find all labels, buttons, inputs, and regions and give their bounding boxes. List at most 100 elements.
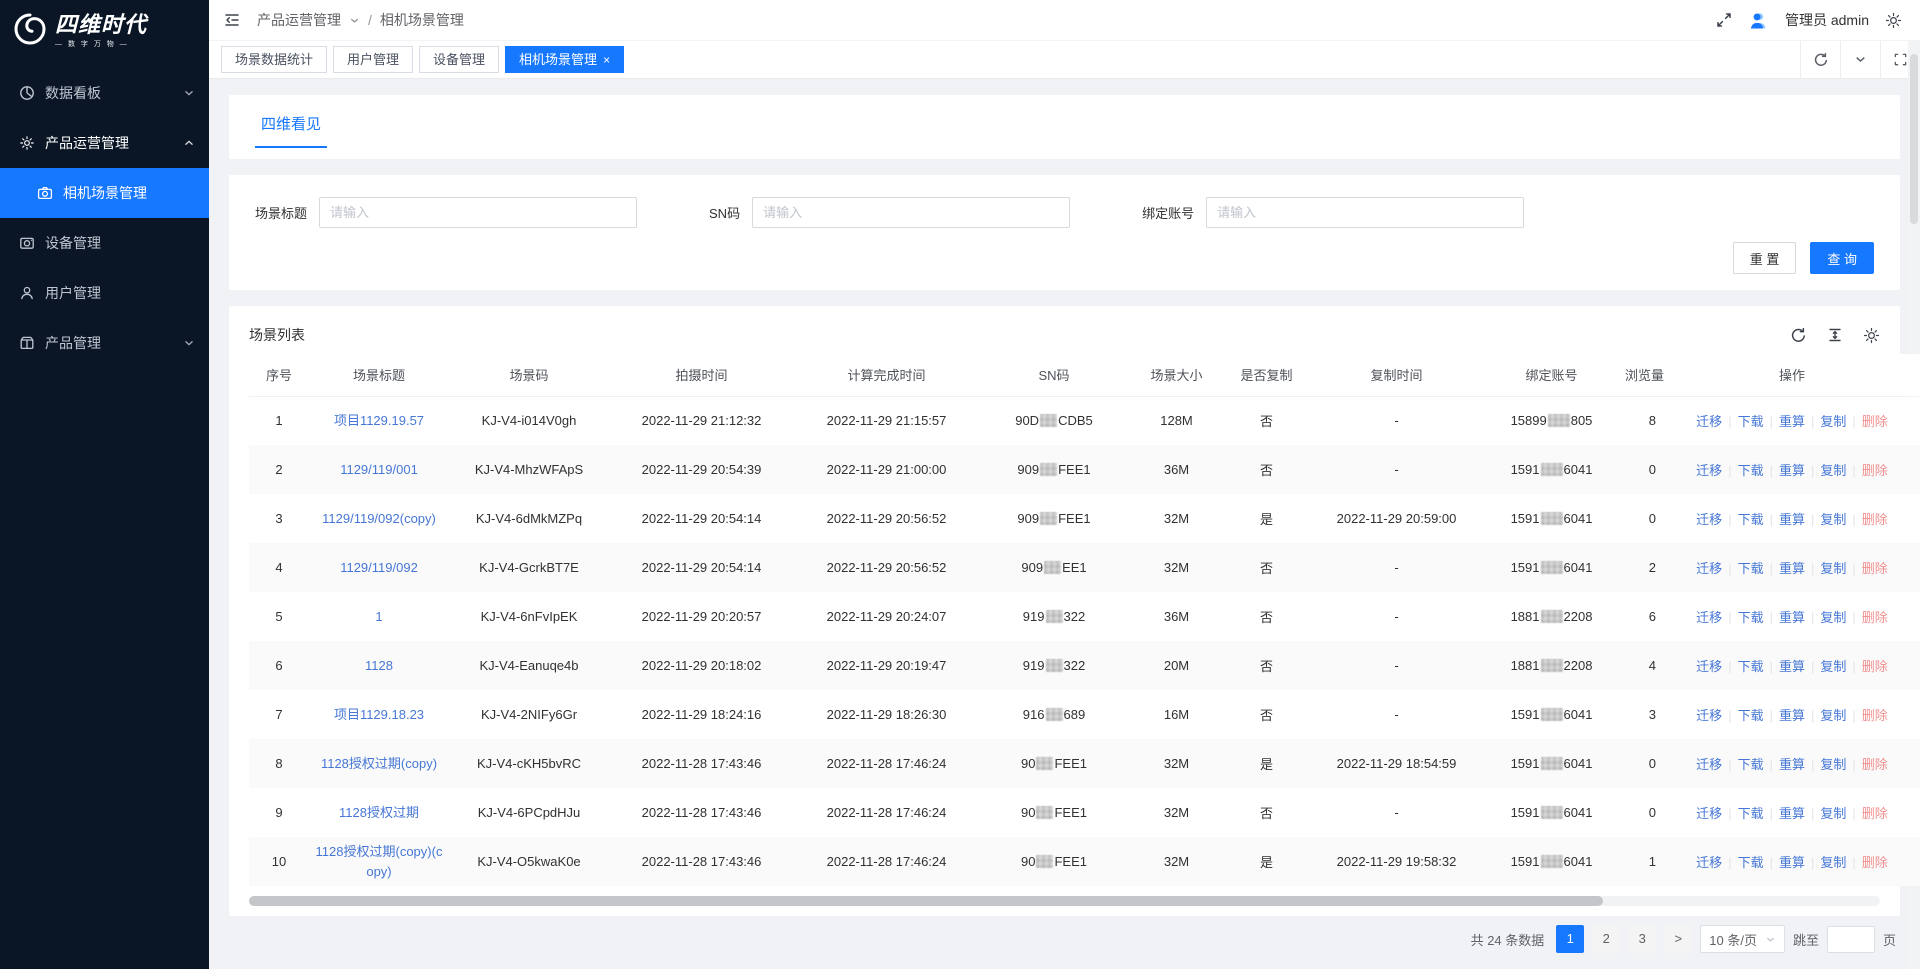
sidebar-item-product[interactable]: 产品管理 bbox=[0, 318, 209, 368]
action-delete-link[interactable]: 删除 bbox=[1862, 708, 1888, 723]
action-delete-link[interactable]: 删除 bbox=[1862, 512, 1888, 527]
action-recompute-link[interactable]: 重算 bbox=[1779, 610, 1805, 625]
query-button[interactable]: 查 询 bbox=[1810, 242, 1874, 274]
tab-1[interactable]: 用户管理 bbox=[333, 46, 413, 73]
tab-2[interactable]: 设备管理 bbox=[419, 46, 499, 73]
action-migrate-link[interactable]: 迁移 bbox=[1696, 806, 1722, 821]
sidebar-item-device[interactable]: 设备管理 bbox=[0, 218, 209, 268]
action-recompute-link[interactable]: 重算 bbox=[1779, 561, 1805, 576]
action-copy-link[interactable]: 复制 bbox=[1820, 708, 1846, 723]
action-download-link[interactable]: 下载 bbox=[1738, 757, 1764, 772]
action-migrate-link[interactable]: 迁移 bbox=[1696, 708, 1722, 723]
action-migrate-link[interactable]: 迁移 bbox=[1696, 561, 1722, 576]
action-download-link[interactable]: 下载 bbox=[1738, 806, 1764, 821]
action-delete-link[interactable]: 删除 bbox=[1862, 659, 1888, 674]
action-recompute-link[interactable]: 重算 bbox=[1779, 659, 1805, 674]
action-copy-link[interactable]: 复制 bbox=[1820, 806, 1846, 821]
action-recompute-link[interactable]: 重算 bbox=[1779, 806, 1805, 821]
page-button-3[interactable]: 3 bbox=[1628, 925, 1656, 953]
action-recompute-link[interactable]: 重算 bbox=[1779, 757, 1805, 772]
action-recompute-link[interactable]: 重算 bbox=[1779, 708, 1805, 723]
action-copy-link[interactable]: 复制 bbox=[1820, 659, 1846, 674]
filter-input-0[interactable] bbox=[319, 197, 637, 228]
scene-title-link[interactable]: 1129/119/001 bbox=[340, 462, 418, 477]
action-migrate-link[interactable]: 迁移 bbox=[1696, 659, 1722, 674]
sidebar-item-camera-scene[interactable]: 相机场景管理 bbox=[0, 168, 209, 218]
sidebar-item-product-ops[interactable]: 产品运营管理 bbox=[0, 118, 209, 168]
table-settings-gear-icon[interactable] bbox=[1863, 327, 1880, 344]
scene-title-link[interactable]: 1129/119/092(copy) bbox=[322, 511, 436, 526]
username[interactable]: 管理员 admin bbox=[1785, 10, 1869, 30]
fullscreen-icon[interactable] bbox=[1716, 12, 1732, 28]
column-header-4: 计算完成时间 bbox=[794, 354, 979, 396]
action-copy-link[interactable]: 复制 bbox=[1820, 855, 1846, 870]
horizontal-scrollbar-thumb[interactable] bbox=[249, 896, 1603, 906]
tab-0[interactable]: 场景数据统计 bbox=[221, 46, 327, 73]
action-download-link[interactable]: 下载 bbox=[1738, 855, 1764, 870]
settings-gear-icon[interactable] bbox=[1885, 12, 1902, 29]
action-download-link[interactable]: 下载 bbox=[1738, 463, 1764, 478]
cell-size: 36M bbox=[1129, 445, 1224, 494]
table-refresh-icon[interactable] bbox=[1790, 327, 1807, 344]
action-migrate-link[interactable]: 迁移 bbox=[1696, 414, 1722, 429]
action-delete-link[interactable]: 删除 bbox=[1862, 610, 1888, 625]
sidebar-item-dashboard[interactable]: 数据看板 bbox=[0, 68, 209, 118]
sidebar-collapse-icon[interactable] bbox=[223, 11, 241, 29]
action-copy-link[interactable]: 复制 bbox=[1820, 561, 1846, 576]
action-delete-link[interactable]: 删除 bbox=[1862, 414, 1888, 429]
action-download-link[interactable]: 下载 bbox=[1738, 659, 1764, 674]
action-download-link[interactable]: 下载 bbox=[1738, 512, 1764, 527]
action-download-link[interactable]: 下载 bbox=[1738, 708, 1764, 723]
action-migrate-link[interactable]: 迁移 bbox=[1696, 512, 1722, 527]
scene-title-link[interactable]: 1 bbox=[375, 609, 382, 624]
refresh-icon[interactable] bbox=[1800, 41, 1840, 78]
jump-page-input[interactable] bbox=[1827, 926, 1875, 953]
column-height-icon[interactable] bbox=[1827, 327, 1843, 343]
page-button-2[interactable]: 2 bbox=[1592, 925, 1620, 953]
tab-siwei-kanjian[interactable]: 四维看见 bbox=[255, 111, 327, 148]
chevron-down-icon[interactable] bbox=[1840, 41, 1880, 78]
action-recompute-link[interactable]: 重算 bbox=[1779, 463, 1805, 478]
action-copy-link[interactable]: 复制 bbox=[1820, 463, 1846, 478]
scene-title-link[interactable]: 项目1129.19.57 bbox=[334, 413, 424, 428]
action-migrate-link[interactable]: 迁移 bbox=[1696, 855, 1722, 870]
action-download-link[interactable]: 下载 bbox=[1738, 610, 1764, 625]
horizontal-scrollbar[interactable] bbox=[249, 896, 1880, 906]
action-delete-link[interactable]: 删除 bbox=[1862, 806, 1888, 821]
vertical-scrollbar-thumb[interactable] bbox=[1910, 54, 1918, 224]
filter-input-1[interactable] bbox=[752, 197, 1070, 228]
breadcrumb-current[interactable]: 相机场景管理 bbox=[380, 10, 464, 30]
action-delete-link[interactable]: 删除 bbox=[1862, 855, 1888, 870]
action-copy-link[interactable]: 复制 bbox=[1820, 610, 1846, 625]
user-avatar-icon[interactable] bbox=[1748, 10, 1769, 31]
action-migrate-link[interactable]: 迁移 bbox=[1696, 463, 1722, 478]
breadcrumb-parent[interactable]: 产品运营管理 bbox=[257, 10, 341, 30]
sidebar-item-user[interactable]: 用户管理 bbox=[0, 268, 209, 318]
action-download-link[interactable]: 下载 bbox=[1738, 414, 1764, 429]
action-recompute-link[interactable]: 重算 bbox=[1779, 855, 1805, 870]
filter-input-2[interactable] bbox=[1206, 197, 1524, 228]
action-copy-link[interactable]: 复制 bbox=[1820, 757, 1846, 772]
action-recompute-link[interactable]: 重算 bbox=[1779, 512, 1805, 527]
scene-title-link[interactable]: 1128 bbox=[365, 658, 393, 673]
action-migrate-link[interactable]: 迁移 bbox=[1696, 610, 1722, 625]
action-delete-link[interactable]: 删除 bbox=[1862, 463, 1888, 478]
action-recompute-link[interactable]: 重算 bbox=[1779, 414, 1805, 429]
close-icon[interactable]: × bbox=[603, 53, 610, 67]
scene-title-link[interactable]: 1128授权过期 bbox=[339, 805, 419, 820]
scene-title-link[interactable]: 1129/119/092 bbox=[340, 560, 418, 575]
action-copy-link[interactable]: 复制 bbox=[1820, 512, 1846, 527]
action-delete-link[interactable]: 删除 bbox=[1862, 561, 1888, 576]
page-button-1[interactable]: 1 bbox=[1556, 925, 1584, 953]
action-download-link[interactable]: 下载 bbox=[1738, 561, 1764, 576]
action-copy-link[interactable]: 复制 bbox=[1820, 414, 1846, 429]
scene-title-link[interactable]: 1128授权过期(copy) bbox=[321, 756, 437, 771]
next-page-button[interactable]: > bbox=[1664, 925, 1692, 953]
scene-title-link[interactable]: 项目1129.18.23 bbox=[334, 707, 424, 722]
action-migrate-link[interactable]: 迁移 bbox=[1696, 757, 1722, 772]
reset-button[interactable]: 重 置 bbox=[1733, 242, 1797, 274]
tab-3[interactable]: 相机场景管理× bbox=[505, 46, 624, 73]
scene-title-link[interactable]: 1128授权过期(copy)(copy) bbox=[316, 844, 443, 879]
action-delete-link[interactable]: 删除 bbox=[1862, 757, 1888, 772]
page-size-select[interactable]: 10 条/页 bbox=[1700, 925, 1785, 953]
